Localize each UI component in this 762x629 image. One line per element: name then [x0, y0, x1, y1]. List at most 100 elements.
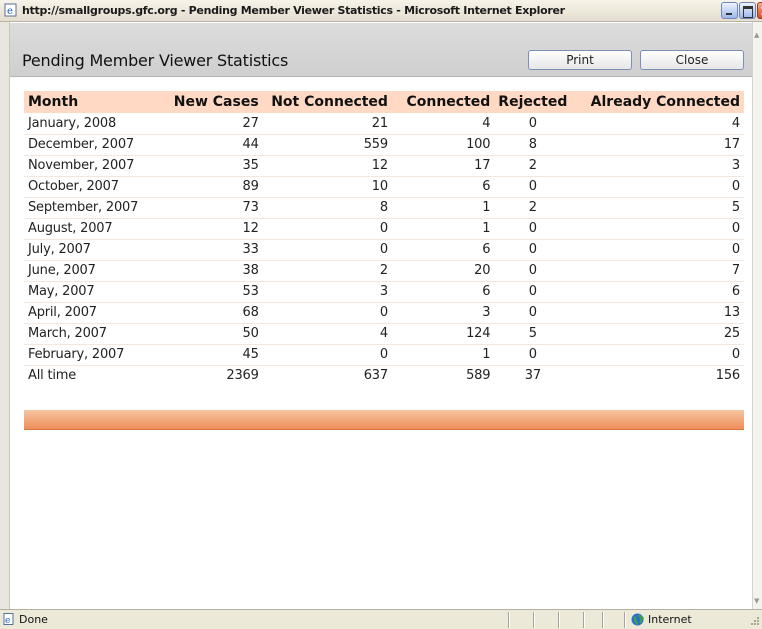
cell-not-connected: 8: [262, 197, 392, 219]
document-icon: e: [3, 613, 14, 625]
cell-rejected: 0: [494, 218, 572, 240]
table-footer-bar: [24, 410, 744, 430]
cell-not-connected: 0: [262, 302, 392, 324]
cell-connected: 3: [391, 302, 495, 324]
cell-already-connected: 6: [571, 281, 744, 303]
cell-connected: 6: [391, 239, 495, 261]
table-row: March, 2007 50 4 124 5 25: [24, 323, 744, 345]
cell-connected: 6: [391, 281, 495, 303]
cell-new-cases: 27: [159, 113, 263, 135]
window-titlebar[interactable]: e http://smallgroups.gfc.org - Pending M…: [0, 0, 762, 22]
cell-new-cases: 12: [159, 218, 263, 240]
statistics-table: Month New Cases Not Connected Connected …: [24, 91, 744, 386]
cell-already-connected: 4: [571, 113, 744, 135]
cell-rejected: 5: [494, 323, 572, 345]
cell-not-connected: 10: [262, 176, 392, 198]
header-panel: Pending Member Viewer Statistics Print C…: [10, 23, 752, 77]
cell-rejected: 2: [494, 155, 572, 177]
cell-month: September, 2007: [24, 197, 160, 219]
status-divider: [508, 612, 509, 628]
column-header-rejected: Rejected: [494, 91, 572, 113]
cell-connected: 589: [466, 368, 491, 384]
cell-month: October, 2007: [24, 176, 160, 198]
cell-new-cases: 89: [159, 176, 263, 198]
cell-month: July, 2007: [24, 239, 160, 261]
cell-connected: 6: [391, 176, 495, 198]
table-row: August, 2007 12 0 1 0 0: [24, 218, 744, 240]
cell-new-cases: 53: [159, 281, 263, 303]
cell-rejected: 2: [494, 197, 572, 219]
status-divider: [558, 612, 559, 628]
cell-not-connected: 21: [262, 113, 392, 135]
cell-month: January, 2008: [24, 113, 160, 135]
cell-new-cases: 33: [159, 239, 263, 261]
table-header-row: Month New Cases Not Connected Connected …: [24, 91, 744, 113]
table-total-row: All time 2369 637 589 37 156: [24, 365, 744, 386]
column-header-connected: Connected: [391, 91, 495, 113]
cell-new-cases: 44: [159, 134, 263, 156]
cell-month: February, 2007: [24, 344, 160, 366]
cell-month: May, 2007: [24, 281, 160, 303]
window-title: http://smallgroups.gfc.org - Pending Mem…: [22, 4, 565, 17]
cell-not-connected: 12: [262, 155, 392, 177]
cell-rejected: 0: [494, 176, 572, 198]
svg-text:e: e: [7, 6, 13, 17]
cell-not-connected: 3: [262, 281, 392, 303]
table-row: November, 2007 35 12 17 2 3: [24, 155, 744, 177]
cell-not-connected: 2: [262, 260, 392, 282]
cell-not-connected: 4: [262, 323, 392, 345]
cell-rejected: 0: [494, 344, 572, 366]
cell-rejected: 0: [494, 239, 572, 261]
column-header-already-connected: Already Connected: [571, 91, 744, 113]
vertical-scrollbar[interactable]: [752, 22, 762, 609]
scroll-up-icon[interactable]: ▲: [754, 30, 760, 40]
cell-month: November, 2007: [24, 155, 160, 177]
minimize-icon[interactable]: [721, 2, 738, 19]
cell-new-cases: 2369: [226, 368, 259, 384]
cell-not-connected: 637: [363, 368, 388, 384]
cell-connected: 124: [391, 323, 495, 345]
cell-new-cases: 73: [159, 197, 263, 219]
cell-already-connected: 13: [571, 302, 744, 324]
cell-already-connected: 5: [571, 197, 744, 219]
cell-new-cases: 35: [159, 155, 263, 177]
cell-not-connected: 0: [262, 239, 392, 261]
cell-month: December, 2007: [24, 134, 160, 156]
column-header-new-cases: New Cases: [159, 91, 263, 113]
table-row: October, 2007 89 10 6 0 0: [24, 176, 744, 198]
cell-new-cases: 38: [159, 260, 263, 282]
cell-already-connected: 0: [571, 218, 744, 240]
cell-connected: 1: [391, 344, 495, 366]
ie-page-icon: e: [4, 3, 17, 17]
cell-connected: 1: [391, 218, 495, 240]
cell-rejected: 0: [494, 281, 572, 303]
cell-not-connected: 0: [262, 344, 392, 366]
page-content: Pending Member Viewer Statistics Print C…: [10, 23, 752, 609]
table-row: February, 2007 45 0 1 0 0: [24, 344, 744, 366]
table-row: December, 2007 44 559 100 8 17: [24, 134, 744, 156]
table-row: July, 2007 33 0 6 0 0: [24, 239, 744, 261]
resize-grip-icon[interactable]: [748, 616, 760, 628]
close-button[interactable]: Close: [640, 50, 744, 70]
cell-month: August, 2007: [24, 218, 160, 240]
cell-not-connected: 0: [262, 218, 392, 240]
cell-connected: 4: [391, 113, 495, 135]
cell-connected: 17: [391, 155, 495, 177]
cell-already-connected: 0: [571, 239, 744, 261]
window-left-frame: [0, 22, 10, 609]
status-divider: [533, 612, 534, 628]
print-button[interactable]: Print: [528, 50, 632, 70]
close-icon[interactable]: [757, 2, 762, 19]
maximize-icon[interactable]: [739, 2, 756, 19]
cell-already-connected: 0: [571, 176, 744, 198]
cell-rejected: 37: [524, 368, 541, 384]
cell-connected: 1: [391, 197, 495, 219]
cell-rejected: 0: [494, 113, 572, 135]
status-divider: [602, 612, 603, 628]
cell-already-connected: 0: [571, 344, 744, 366]
security-zone-label: Internet: [648, 613, 692, 626]
cell-new-cases: 68: [159, 302, 263, 324]
cell-rejected: 8: [494, 134, 572, 156]
scroll-down-icon[interactable]: ▼: [754, 596, 760, 606]
column-header-not-connected: Not Connected: [262, 91, 392, 113]
